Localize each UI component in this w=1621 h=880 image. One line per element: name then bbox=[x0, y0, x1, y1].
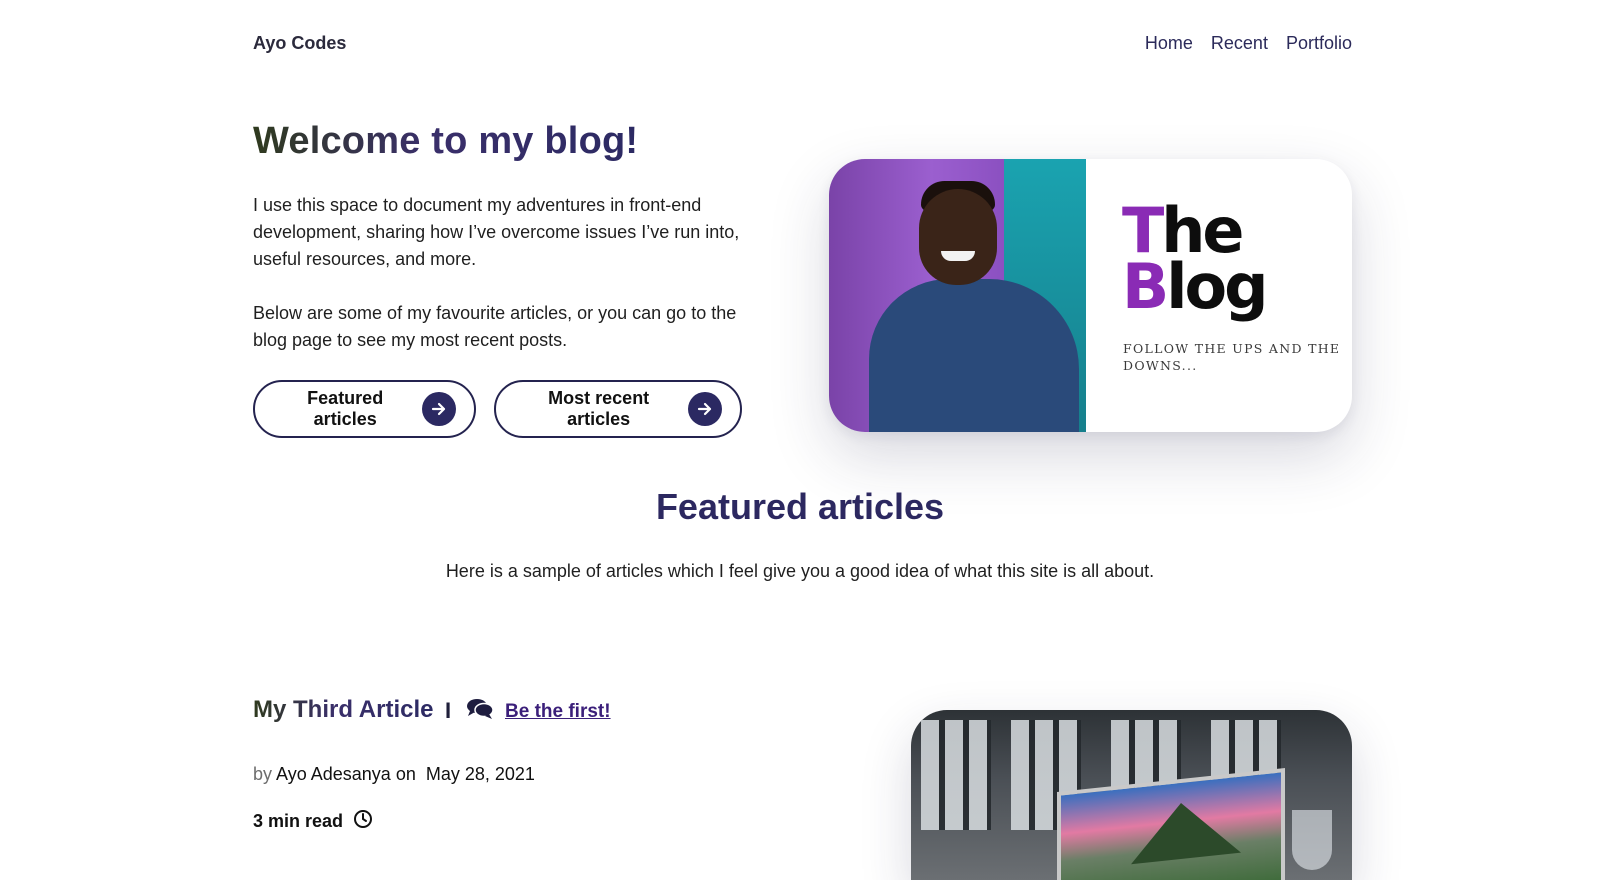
article-author: Ayo Adesanya bbox=[276, 764, 391, 784]
article-date: May 28, 2021 bbox=[425, 764, 535, 784]
arrow-right-icon bbox=[422, 392, 456, 426]
blog-logo: The Blog bbox=[1122, 194, 1269, 323]
article-image[interactable] bbox=[911, 710, 1352, 880]
blog-tagline: FOLLOW THE UPS AND THE DOWNS... bbox=[1123, 341, 1341, 373]
article-title[interactable]: My Third Article bbox=[253, 696, 433, 724]
featured-articles-button-label: Featured articles bbox=[307, 388, 384, 429]
arrow-right-icon bbox=[688, 392, 722, 426]
featured-section-subtitle: Here is a sample of articles which I fee… bbox=[445, 561, 1155, 581]
featured-section-title: Featured articles bbox=[655, 486, 945, 527]
featured-articles-button[interactable]: Featured articles bbox=[253, 380, 476, 438]
nav-recent[interactable]: Recent bbox=[1211, 33, 1268, 54]
blog-logo-panel: The Blog FOLLOW THE UPS AND THE DOWNS... bbox=[1086, 159, 1352, 432]
be-the-first-comment-link[interactable]: Be the first! bbox=[505, 701, 611, 723]
read-time-label: 3 min read bbox=[253, 811, 344, 831]
hero-intro-paragraph: I use this space to document my adventur… bbox=[253, 195, 740, 269]
author-photo bbox=[829, 159, 1086, 432]
article-meta: by Ayo Adesanya on May 28, 2021 bbox=[253, 764, 535, 784]
most-recent-articles-button[interactable]: Most recent articles bbox=[494, 380, 742, 438]
title-separator: I bbox=[445, 698, 452, 723]
comments-icon bbox=[466, 698, 494, 725]
hero-secondary-paragraph: Below are some of my favourite articles,… bbox=[253, 303, 737, 350]
hero-title: Welcome to my blog! bbox=[253, 120, 639, 162]
blog-hero-image: The Blog FOLLOW THE UPS AND THE DOWNS... bbox=[829, 159, 1352, 432]
most-recent-articles-button-label: Most recent articles bbox=[548, 388, 650, 429]
clock-icon bbox=[353, 809, 373, 834]
nav-home[interactable]: Home bbox=[1145, 33, 1193, 54]
main-nav: Home Recent Portfolio bbox=[1145, 33, 1352, 54]
site-brand[interactable]: Ayo Codes bbox=[253, 33, 346, 54]
read-time: 3 min read bbox=[253, 809, 373, 834]
nav-portfolio[interactable]: Portfolio bbox=[1286, 33, 1352, 54]
